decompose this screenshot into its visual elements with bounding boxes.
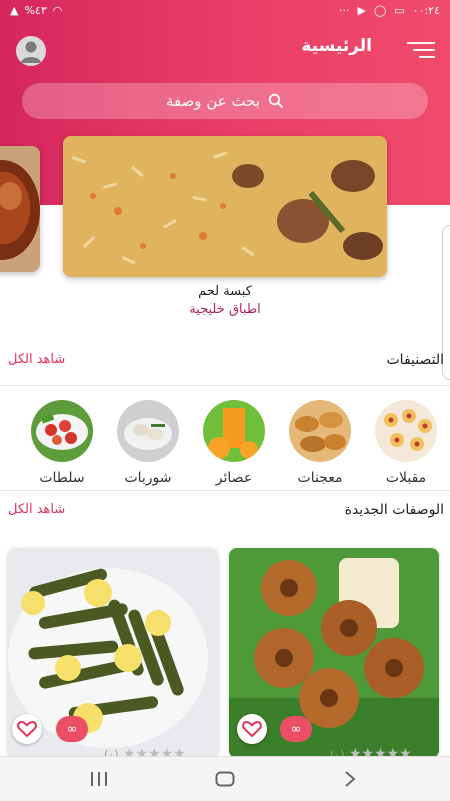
- menu-icon[interactable]: [407, 38, 435, 62]
- status-bar: ▲ %٤٣ ◠ ··· ▶ ◯ ▭ ٠٠:٢٤: [0, 0, 450, 24]
- menu-line-1: [407, 42, 435, 44]
- system-nav-bar: [0, 756, 450, 801]
- search-placeholder: بحث عن وصفة: [165, 92, 261, 110]
- category-image: [117, 400, 179, 462]
- category-label: عصائر: [215, 470, 253, 486]
- category-image: [289, 400, 351, 462]
- infinity-badge: ∞: [56, 716, 88, 742]
- featured-recipe-image[interactable]: [63, 136, 387, 277]
- home-icon[interactable]: [210, 767, 240, 791]
- carousel-side-card[interactable]: [0, 146, 40, 272]
- infinity-badge: ∞: [280, 716, 312, 742]
- category-juices[interactable]: عصائر: [201, 400, 267, 486]
- search-bar[interactable]: بحث عن وصفة: [22, 83, 428, 119]
- category-appetizers[interactable]: مقبلات: [373, 400, 439, 486]
- divider: [0, 385, 450, 386]
- cast-icon: ▭: [394, 4, 405, 17]
- favorite-button[interactable]: [12, 714, 42, 744]
- category-pastries[interactable]: معجنات: [287, 400, 353, 486]
- category-label: مقبلات: [385, 470, 427, 486]
- battery-text: %٤٣: [24, 4, 47, 17]
- menu-line-3: [419, 56, 435, 58]
- category-label: معجنات: [297, 470, 343, 486]
- whatsapp-icon: ◯: [373, 4, 387, 17]
- avatar-icon[interactable]: [16, 36, 46, 66]
- category-soups[interactable]: شوربات: [115, 400, 181, 486]
- heart-icon: [17, 720, 37, 738]
- notification-dots: ···: [338, 4, 350, 17]
- featured-recipe-title: كبسة لحم: [198, 284, 252, 299]
- search-icon: [268, 93, 284, 109]
- status-right: ··· ▶ ◯ ▭ ٠٠:٢٤: [339, 4, 440, 17]
- heart-icon: [242, 720, 262, 738]
- category-salads[interactable]: سلطات: [29, 400, 95, 486]
- divider: [0, 490, 450, 491]
- status-left: ▲ %٤٣ ◠: [10, 4, 62, 17]
- category-image: [31, 400, 93, 462]
- featured-recipe-category[interactable]: اطباق خليجية: [0, 302, 450, 317]
- category-image: [375, 400, 437, 462]
- category-label: سلطات: [39, 470, 85, 486]
- categories-see-all-link[interactable]: شاهد الكل: [8, 352, 65, 367]
- category-image: [203, 400, 265, 462]
- signal-icon: ▲: [10, 4, 19, 17]
- wifi-icon: ◠: [52, 4, 63, 17]
- recents-icon[interactable]: [84, 767, 114, 791]
- new-recipes-see-all-link[interactable]: شاهد الكل: [8, 502, 65, 517]
- page-title: الرئيسية: [301, 36, 372, 56]
- favorite-button[interactable]: [237, 714, 267, 744]
- new-recipes-title: الوصفات الجديدة: [344, 502, 444, 518]
- status-time: ٠٠:٢٤: [412, 4, 440, 17]
- category-label: شوربات: [124, 470, 172, 486]
- back-icon[interactable]: [335, 767, 365, 791]
- categories-title: التصنيفات: [386, 352, 445, 368]
- youtube-icon: ▶: [357, 4, 366, 17]
- menu-line-2: [413, 49, 435, 51]
